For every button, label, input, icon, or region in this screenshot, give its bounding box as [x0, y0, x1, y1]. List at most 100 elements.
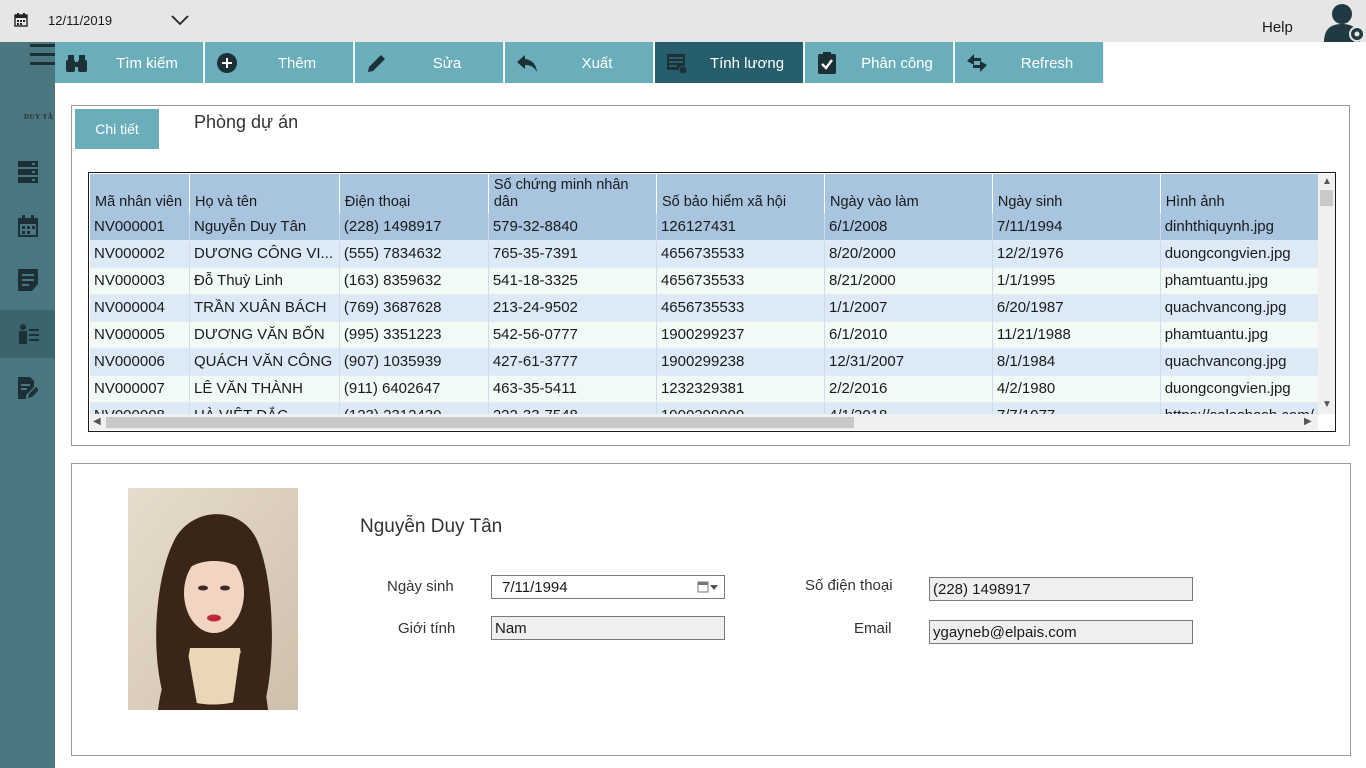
user-settings-icon[interactable] — [1322, 2, 1366, 42]
logo-text: DUY TÂ — [24, 113, 54, 121]
column-header[interactable]: Số chứng minh nhân dân — [488, 174, 657, 213]
email-field[interactable]: ygayneb@elpais.com — [929, 620, 1193, 644]
table-cell: NV000004 — [90, 294, 190, 322]
table-cell: NV000002 — [90, 240, 190, 268]
birthday-label: Ngày sinh — [387, 578, 454, 595]
horizontal-scroll-thumb[interactable] — [106, 417, 854, 428]
sidebar-item-notes[interactable] — [0, 256, 55, 304]
search-button[interactable]: Tìm kiếm — [55, 42, 204, 83]
calendar-icon — [18, 215, 38, 237]
top-bar — [0, 0, 1366, 42]
sidebar-item-employees[interactable] — [0, 310, 55, 358]
refresh-icon — [967, 54, 987, 72]
table-cell: 4/2/1980 — [992, 375, 1161, 403]
employee-photo — [128, 488, 298, 710]
pencil-icon — [368, 55, 385, 72]
table-cell: quachvancong.jpg — [1160, 348, 1319, 376]
table-cell: 4656735533 — [656, 267, 826, 295]
table-cell: TRẦN XUÂN BÁCH — [189, 294, 340, 322]
birthday-value: 7/11/1994 — [502, 579, 568, 596]
table-cell: phamtuantu.jpg — [1160, 267, 1319, 295]
column-header[interactable]: Họ và tên — [189, 174, 340, 213]
scroll-left-icon[interactable]: ◀ — [93, 416, 101, 427]
toolbar-label: Tính lương — [709, 55, 785, 72]
table-cell: 11/21/1988 — [992, 321, 1161, 349]
table-cell: 6/1/2010 — [824, 321, 993, 349]
table-row[interactable]: NV000001 Nguyễn Duy Tân (228) 1498917 579-3… — [90, 213, 1319, 241]
details-tab[interactable]: Chi tiết — [75, 109, 159, 149]
table-cell: LÊ VĂN THÀNH — [189, 375, 340, 403]
toolbar-label: Sửa — [432, 55, 462, 72]
payroll-icon — [667, 54, 688, 75]
horizontal-scrollbar[interactable]: ◀ ▶ — [90, 414, 1318, 430]
toolbar-label: Thêm — [277, 55, 317, 72]
table-row[interactable]: NV000002 DƯƠNG CÔNG VI... (555) 7834632 765… — [90, 240, 1319, 268]
add-button[interactable]: Thêm — [205, 42, 354, 83]
date-picker-value[interactable]: 12/11/2019 — [48, 13, 112, 28]
export-button[interactable]: Xuất — [505, 42, 654, 83]
table-row[interactable]: NV000007 LÊ VĂN THÀNH (911) 6402647 463-35-… — [90, 375, 1319, 403]
gender-field[interactable]: Nam — [491, 616, 725, 640]
scroll-down-icon[interactable]: ▼ — [1322, 399, 1332, 410]
undo-arrow-icon — [517, 55, 537, 72]
table-cell: NV000005 — [90, 321, 190, 349]
column-header[interactable]: Mã nhân viên — [90, 174, 190, 213]
edit-button[interactable]: Sửa — [355, 42, 504, 83]
table-cell: 8/1/1984 — [992, 348, 1161, 376]
table-cell: 6/1/2008 — [824, 213, 993, 241]
help-link[interactable]: Help — [1262, 19, 1293, 36]
toolbar-label: Xuất — [581, 55, 613, 72]
table-row[interactable]: NV000003 Đỗ Thuỳ Linh (163) 8359632 541-18-… — [90, 267, 1319, 295]
table-header-row: Mã nhân viên Họ và tên Điện thoại Số chứ… — [90, 174, 1319, 213]
phone-field[interactable]: (228) 1498917 — [929, 577, 1193, 601]
sidebar-item-servers[interactable] — [0, 148, 55, 196]
vertical-scrollbar[interactable]: ▲ ▼ — [1318, 174, 1335, 414]
table-cell: 579-32-8840 — [488, 213, 657, 241]
employee-name: Nguyễn Duy Tân — [360, 516, 503, 537]
table-cell: (163) 8359632 — [339, 267, 489, 295]
column-header[interactable]: Ngày vào làm — [824, 174, 993, 213]
clipboard-check-icon — [818, 52, 836, 74]
hamburger-menu-icon[interactable] — [30, 44, 56, 66]
calendar-icon[interactable] — [14, 13, 28, 27]
column-header[interactable]: Điện thoại — [339, 174, 489, 213]
toolbar-label: Tìm kiếm — [116, 55, 178, 72]
payroll-button[interactable]: Tính lương — [655, 42, 804, 83]
column-header[interactable]: Hình ảnh — [1160, 174, 1319, 213]
table-cell: 1900299237 — [656, 321, 826, 349]
toolbar-label: Phân công — [861, 55, 933, 72]
table-cell: Đỗ Thuỳ Linh — [189, 267, 340, 295]
table-cell: NV000006 — [90, 348, 190, 376]
scroll-up-icon[interactable]: ▲ — [1322, 176, 1332, 187]
table-cell: 541-18-3325 — [488, 267, 657, 295]
table-cell: 463-35-5411 — [488, 375, 657, 403]
table-cell: dinhthiquynh.jpg — [1160, 213, 1319, 241]
table-row[interactable]: NV000006 QUÁCH VĂN CÔNG (907) 1035939 427-6… — [90, 348, 1319, 376]
column-header[interactable]: Ngày sinh — [992, 174, 1161, 213]
column-header[interactable]: Số bảo hiểm xã hội — [656, 174, 826, 213]
notes-icon — [18, 269, 38, 291]
table-cell: duongcongvien.jpg — [1160, 240, 1319, 268]
table-cell: 1900299238 — [656, 348, 826, 376]
email-label: Email — [854, 620, 892, 637]
table-cell: (907) 1035939 — [339, 348, 489, 376]
chevron-down-icon[interactable] — [170, 12, 190, 28]
scroll-right-icon[interactable]: ▶ — [1304, 416, 1312, 427]
toolbar-label: Refresh — [1020, 55, 1074, 72]
table-cell: (911) 6402647 — [339, 375, 489, 403]
table-cell: 1/1/2007 — [824, 294, 993, 322]
refresh-button[interactable]: Refresh — [955, 42, 1104, 83]
assign-button[interactable]: Phân công — [805, 42, 954, 83]
panel-title: Phòng dự án — [194, 112, 299, 132]
vertical-scroll-thumb[interactable] — [1320, 190, 1333, 206]
sidebar-item-calendar[interactable] — [0, 202, 55, 250]
table-row[interactable]: NV000005 DƯƠNG VĂN BỐN (995) 3351223 542-56… — [90, 321, 1319, 349]
table-cell: 7/11/1994 — [992, 213, 1161, 241]
birthday-date-picker[interactable]: 7/11/1994 — [491, 575, 725, 599]
table-cell: 8/20/2000 — [824, 240, 993, 268]
table-cell: 765-35-7391 — [488, 240, 657, 268]
sidebar-item-edit-document[interactable] — [0, 364, 55, 412]
calendar-dropdown-icon[interactable] — [697, 581, 719, 593]
table-row[interactable]: NV000004 TRẦN XUÂN BÁCH (769) 3687628 213-2… — [90, 294, 1319, 322]
employee-grid[interactable]: Mã nhân viên Họ và tên Điện thoại Số chứ… — [88, 172, 1336, 432]
